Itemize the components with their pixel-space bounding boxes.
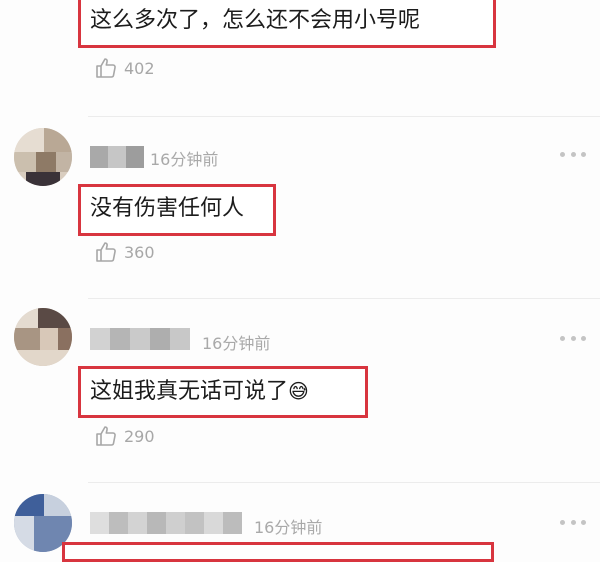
thumbs-up-icon xyxy=(96,58,116,78)
like-button[interactable]: 402 xyxy=(94,56,155,80)
thumbs-up-icon xyxy=(96,426,116,446)
more-icon[interactable] xyxy=(560,518,586,526)
comment-text: 没有伤害任何人 xyxy=(90,196,245,221)
sweat-smile-emoji: 😅 xyxy=(288,379,309,403)
username-blurred[interactable] xyxy=(90,328,190,350)
comment-time: 16分钟前 xyxy=(150,150,219,169)
comment-text-highlight xyxy=(62,542,494,562)
like-count: 290 xyxy=(124,426,155,446)
like-count: 360 xyxy=(124,242,155,262)
more-icon[interactable] xyxy=(560,150,586,158)
comment-text: 这姐我真无话可说了😅 xyxy=(90,378,309,405)
avatar[interactable] xyxy=(14,308,72,366)
divider xyxy=(88,116,600,117)
comment-text: 这么多次了，怎么还不会用小号呢 xyxy=(90,8,421,33)
comment-time: 16分钟前 xyxy=(254,518,323,537)
username-blurred[interactable] xyxy=(90,512,242,534)
divider xyxy=(88,482,600,483)
thumbs-up-icon xyxy=(96,242,116,262)
username-blurred[interactable] xyxy=(90,146,144,168)
comment-time: 16分钟前 xyxy=(202,334,271,353)
divider xyxy=(88,298,600,299)
more-icon[interactable] xyxy=(560,334,586,342)
comment-text-body: 这姐我真无话可说了 xyxy=(90,379,289,404)
avatar[interactable] xyxy=(14,128,72,186)
like-button[interactable]: 290 xyxy=(94,424,155,448)
like-button[interactable]: 360 xyxy=(94,240,155,264)
like-count: 402 xyxy=(124,58,155,78)
